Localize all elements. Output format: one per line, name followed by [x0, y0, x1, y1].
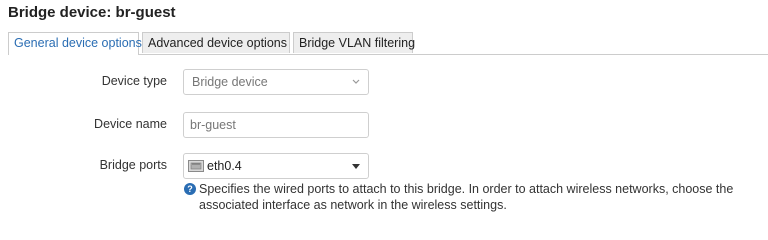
chevron-down-icon [352, 79, 360, 84]
caret-down-icon [352, 164, 360, 169]
bridge-device-dialog: Bridge device: br-guest General device o… [0, 0, 768, 222]
tab-advanced-device-options[interactable]: Advanced device options [142, 32, 290, 53]
bridge-ports-dropdown[interactable]: eth0.4 [183, 153, 369, 179]
device-type-label: Device type [101, 74, 167, 88]
device-name-label: Device name [94, 117, 167, 131]
tab-bar: General device options Advanced device o… [8, 32, 768, 55]
ethernet-port-icon [188, 160, 204, 172]
bridge-ports-help-text: Specifies the wired ports to attach to t… [199, 182, 734, 212]
tab-general-device-options[interactable]: General device options [8, 32, 142, 55]
device-name-input[interactable] [183, 112, 369, 138]
bridge-ports-value: eth0.4 [207, 159, 242, 173]
device-type-select[interactable]: Bridge device [183, 69, 369, 95]
bridge-ports-label: Bridge ports [99, 158, 167, 172]
help-icon: ? [184, 183, 196, 195]
device-type-value: Bridge device [192, 75, 268, 89]
tab-bridge-vlan-filtering[interactable]: Bridge VLAN filtering [293, 32, 415, 53]
dialog-title: Bridge device: br-guest [8, 4, 176, 21]
